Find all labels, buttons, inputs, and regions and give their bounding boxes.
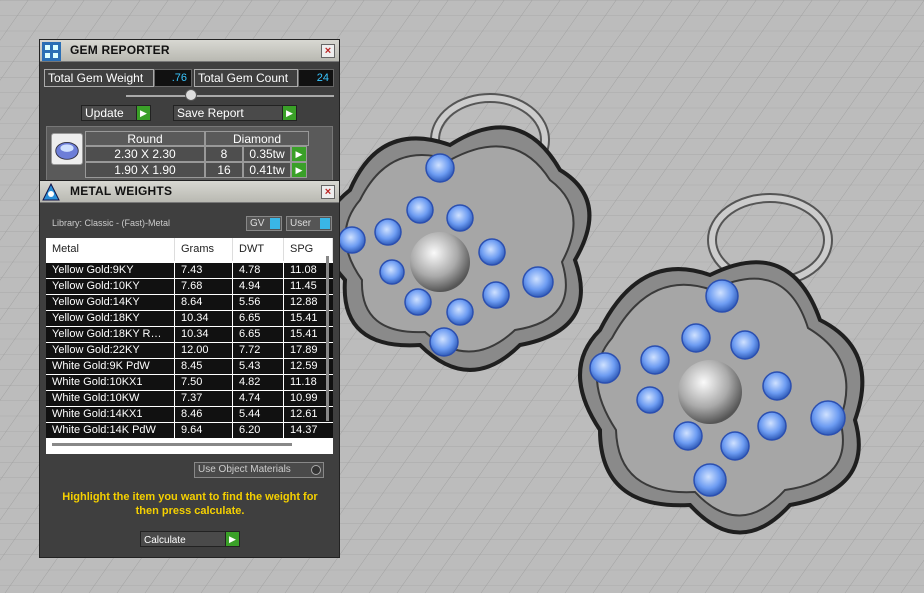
table-row[interactable]: Yellow Gold:14KY 8.64 5.56 12.88 [46, 295, 333, 311]
play-icon: ▶ [136, 106, 150, 120]
metal-name-cell: Yellow Gold:18KY R… [46, 327, 174, 342]
slider-track[interactable] [126, 95, 334, 97]
library-label: Library: Classic - (Fast)-Metal [52, 218, 171, 228]
toggle-knob [320, 218, 330, 229]
calculate-label: Calculate [144, 535, 186, 546]
total-gem-weight-value: .76 [154, 69, 192, 87]
play-icon: ▶ [282, 106, 296, 120]
toggle-knob [270, 218, 280, 229]
column-header-metal[interactable]: Metal [46, 238, 175, 261]
grams-cell: 7.50 [175, 375, 232, 390]
table-row[interactable]: Yellow Gold:18KY 10.34 6.65 15.41 [46, 311, 333, 327]
table-row[interactable]: White Gold:14K PdW 9.64 6.20 14.37 [46, 423, 333, 439]
gem-count-cell[interactable]: 16 [205, 162, 243, 178]
grams-cell: 7.37 [175, 391, 232, 406]
metal-weights-titlebar[interactable]: METAL WEIGHTS × [40, 181, 339, 203]
use-object-materials-label: Use Object Materials [198, 464, 291, 475]
table-row[interactable]: White Gold:14KX1 8.46 5.44 12.61 [46, 407, 333, 423]
dwt-cell: 6.20 [233, 423, 283, 438]
metal-name-cell: White Gold:9K PdW [46, 359, 174, 374]
close-icon[interactable]: × [321, 44, 335, 58]
dwt-cell: 4.82 [233, 375, 283, 390]
gv-toggle[interactable]: GV [246, 216, 282, 231]
gem-reporter-titlebar[interactable]: GEM REPORTER × [40, 40, 339, 62]
gem-type-header: Diamond [205, 131, 309, 146]
table-row[interactable]: White Gold:10KX1 7.50 4.82 11.18 [46, 375, 333, 391]
play-icon: ▶ [225, 532, 239, 546]
radio-icon[interactable] [311, 465, 321, 475]
column-header-dwt[interactable]: DWT [233, 238, 284, 261]
metal-name-cell: Yellow Gold:22KY [46, 343, 174, 358]
update-button[interactable]: Update ▶ [81, 105, 151, 121]
metal-weights-panel: METAL WEIGHTS × Library: Classic - (Fast… [39, 180, 340, 558]
metal-name-cell: Yellow Gold:14KY [46, 295, 174, 310]
grams-cell: 9.64 [175, 423, 232, 438]
metal-name-cell: White Gold:10KW [46, 391, 174, 406]
total-gem-count-label: Total Gem Count [194, 69, 298, 87]
total-gem-count-value: 24 [298, 69, 334, 87]
round-diamond-icon [51, 133, 83, 165]
gem-reporter-panel: GEM REPORTER × Total Gem Weight .76 Tota… [39, 39, 340, 182]
grams-cell: 10.34 [175, 327, 232, 342]
calculate-button[interactable]: Calculate ▶ [140, 531, 240, 547]
close-icon[interactable]: × [321, 185, 335, 199]
gem-size-cell[interactable]: 1.90 X 1.90 [85, 162, 205, 178]
dwt-cell: 5.43 [233, 359, 283, 374]
dwt-cell: 4.78 [233, 263, 283, 278]
total-gem-weight-label: Total Gem Weight [44, 69, 154, 87]
dwt-cell: 4.74 [233, 391, 283, 406]
metal-name-cell: White Gold:14K PdW [46, 423, 174, 438]
metal-weights-title: METAL WEIGHTS [70, 184, 173, 198]
dwt-cell: 7.72 [233, 343, 283, 358]
slider-knob[interactable] [185, 89, 197, 101]
grams-cell: 10.34 [175, 311, 232, 326]
horizontal-scrollbar[interactable] [52, 443, 292, 446]
table-row[interactable]: White Gold:10KW 7.37 4.74 10.99 [46, 391, 333, 407]
gem-reporter-title: GEM REPORTER [70, 43, 170, 57]
metal-weights-table: Metal Grams DWT SPG Yellow Gold:9KY 7.43 4… [46, 238, 333, 454]
gem-tw-cell[interactable]: 0.35tw [243, 146, 291, 162]
metal-weights-icon [42, 182, 60, 201]
column-header-grams[interactable]: Grams [175, 238, 233, 261]
dwt-cell: 5.56 [233, 295, 283, 310]
grams-cell: 8.64 [175, 295, 232, 310]
user-toggle[interactable]: User [286, 216, 332, 231]
table-row[interactable]: White Gold:9K PdW 8.45 5.43 12.59 [46, 359, 333, 375]
use-object-materials-option[interactable]: Use Object Materials [194, 462, 324, 478]
grams-cell: 7.43 [175, 263, 232, 278]
spg-cell: 14.37 [284, 423, 333, 438]
metal-name-cell: Yellow Gold:18KY [46, 311, 174, 326]
grams-cell: 7.68 [175, 279, 232, 294]
dwt-cell: 4.94 [233, 279, 283, 294]
metal-name-cell: White Gold:14KX1 [46, 407, 174, 422]
table-row[interactable]: Yellow Gold:22KY 12.00 7.72 17.89 [46, 343, 333, 359]
table-row[interactable]: Yellow Gold:18KY R… 10.34 6.65 15.41 [46, 327, 333, 343]
metal-name-cell: Yellow Gold:10KY [46, 279, 174, 294]
grams-cell: 12.00 [175, 343, 232, 358]
grams-cell: 8.46 [175, 407, 232, 422]
gem-size-cell[interactable]: 2.30 X 2.30 [85, 146, 205, 162]
user-label: User [290, 218, 312, 229]
table-row[interactable]: Yellow Gold:9KY 7.43 4.78 11.08 [46, 263, 333, 279]
dwt-cell: 6.65 [233, 311, 283, 326]
gem-shape-header: Round [85, 131, 205, 146]
gem-count-cell[interactable]: 8 [205, 146, 243, 162]
grams-cell: 8.45 [175, 359, 232, 374]
dwt-cell: 5.44 [233, 407, 283, 422]
play-icon[interactable]: ▶ [291, 162, 307, 178]
dwt-cell: 6.65 [233, 327, 283, 342]
metal-name-cell: White Gold:10KX1 [46, 375, 174, 390]
metal-name-cell: Yellow Gold:9KY [46, 263, 174, 278]
gem-table: Round Diamond 2.30 X 2.30 8 0.35tw ▶ 1.9… [46, 126, 333, 182]
gem-tw-cell[interactable]: 0.41tw [243, 162, 291, 178]
gem-reporter-icon [42, 42, 61, 61]
save-report-label: Save Report [177, 106, 244, 120]
table-row[interactable]: Yellow Gold:10KY 7.68 4.94 11.45 [46, 279, 333, 295]
play-icon[interactable]: ▶ [291, 146, 307, 162]
update-label: Update [85, 106, 124, 120]
vertical-scrollbar[interactable] [326, 256, 329, 421]
save-report-button[interactable]: Save Report ▶ [173, 105, 297, 121]
instruction-text: Highlight the item you want to find the … [62, 491, 318, 517]
gv-label: GV [250, 218, 265, 229]
